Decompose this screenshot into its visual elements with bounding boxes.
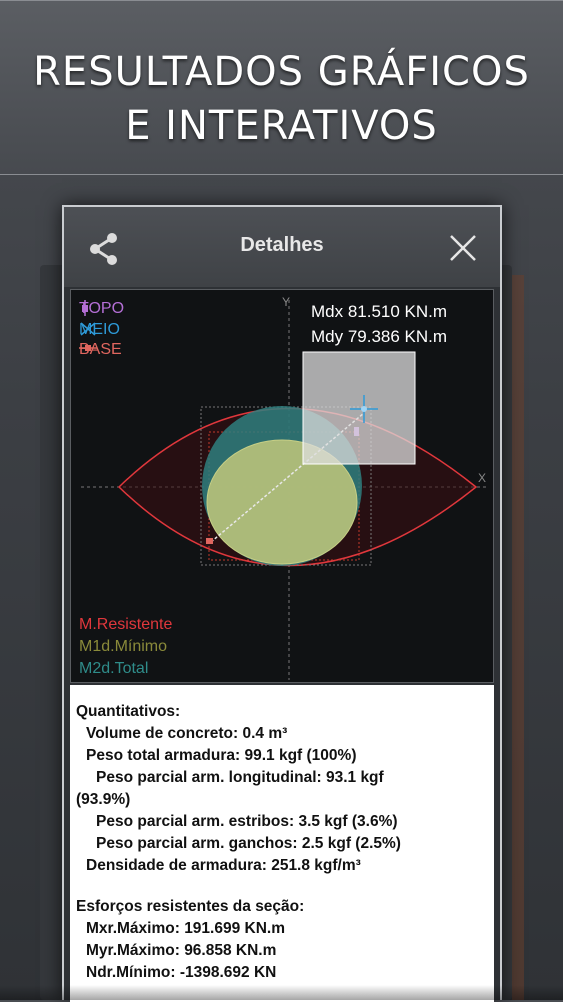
- legend-base: BASE: [79, 341, 122, 358]
- bottom-shadow: [0, 985, 563, 1000]
- close-button[interactable]: [448, 233, 478, 263]
- promo-banner: RESULTADOS GRÁFICOS E INTERATIVOS: [0, 0, 563, 175]
- topo-legend-icon: [82, 300, 88, 316]
- peso-ganchos: Peso parcial arm. ganchos: 2.5 kgf (2.5%…: [96, 835, 401, 852]
- dialog-title: Detalhes: [240, 234, 324, 256]
- peso-longitudinal-pct: (93.9%): [76, 791, 131, 808]
- base-marker: [206, 538, 213, 544]
- ndr-minimo: Ndr.Mínimo: -1398.692 KN: [86, 964, 277, 981]
- volume-concreto: Volume de concreto: 0.4 m³: [86, 725, 288, 742]
- quantitativos-heading: Quantitativos:: [76, 703, 181, 720]
- banner-title-line1: RESULTADOS GRÁFICOS: [33, 49, 530, 95]
- mdx-value: Mdx 81.510 KN.m: [311, 302, 448, 321]
- dialog-header: Detalhes: [64, 207, 500, 287]
- peso-total-armadura: Peso total armadura: 99.1 kgf (100%): [86, 747, 357, 764]
- interaction-diagram[interactable]: Y X TOPO MEIO BASE Mdx 81.510 KN.m Mdy 7…: [70, 289, 494, 683]
- densidade-armadura: Densidade de armadura: 251.8 kgf/m³: [86, 857, 361, 874]
- x-axis-label: X: [478, 471, 486, 485]
- legend-m-resistente: M.Resistente: [79, 616, 173, 633]
- peso-longitudinal: Peso parcial arm. longitudinal: 93.1 kgf: [96, 769, 384, 786]
- base-legend-icon: [79, 345, 97, 351]
- mxr-maximo: Mxr.Máximo: 191.699 KN.m: [86, 920, 286, 937]
- y-axis-label: Y: [282, 295, 290, 309]
- meio-legend-icon: [80, 322, 96, 336]
- mdy-value: Mdy 79.386 KN.m: [311, 327, 448, 346]
- details-dialog: Detalhes Y X TOPO MEIO BASE Mdx 81.510 K…: [62, 205, 502, 1002]
- legend-meio: MEIO: [79, 321, 120, 338]
- myr-maximo: Myr.Máximo: 96.858 KN.m: [86, 942, 277, 959]
- selection-box: [302, 351, 416, 465]
- banner-title-line2: E INTERATIVOS: [125, 103, 438, 149]
- legend-topo: TOPO: [79, 300, 125, 317]
- results-panel: Quantitativos: Volume de concreto: 0.4 m…: [70, 685, 494, 1002]
- peso-estribos: Peso parcial arm. estribos: 3.5 kgf (3.6…: [96, 813, 398, 830]
- legend-m2d-total: M2d.Total: [79, 660, 149, 677]
- legend-m1d-minimo: M1d.Mínimo: [79, 638, 168, 655]
- close-icon: [450, 235, 476, 261]
- esforcos-heading: Esforços resistentes da seção:: [76, 898, 305, 915]
